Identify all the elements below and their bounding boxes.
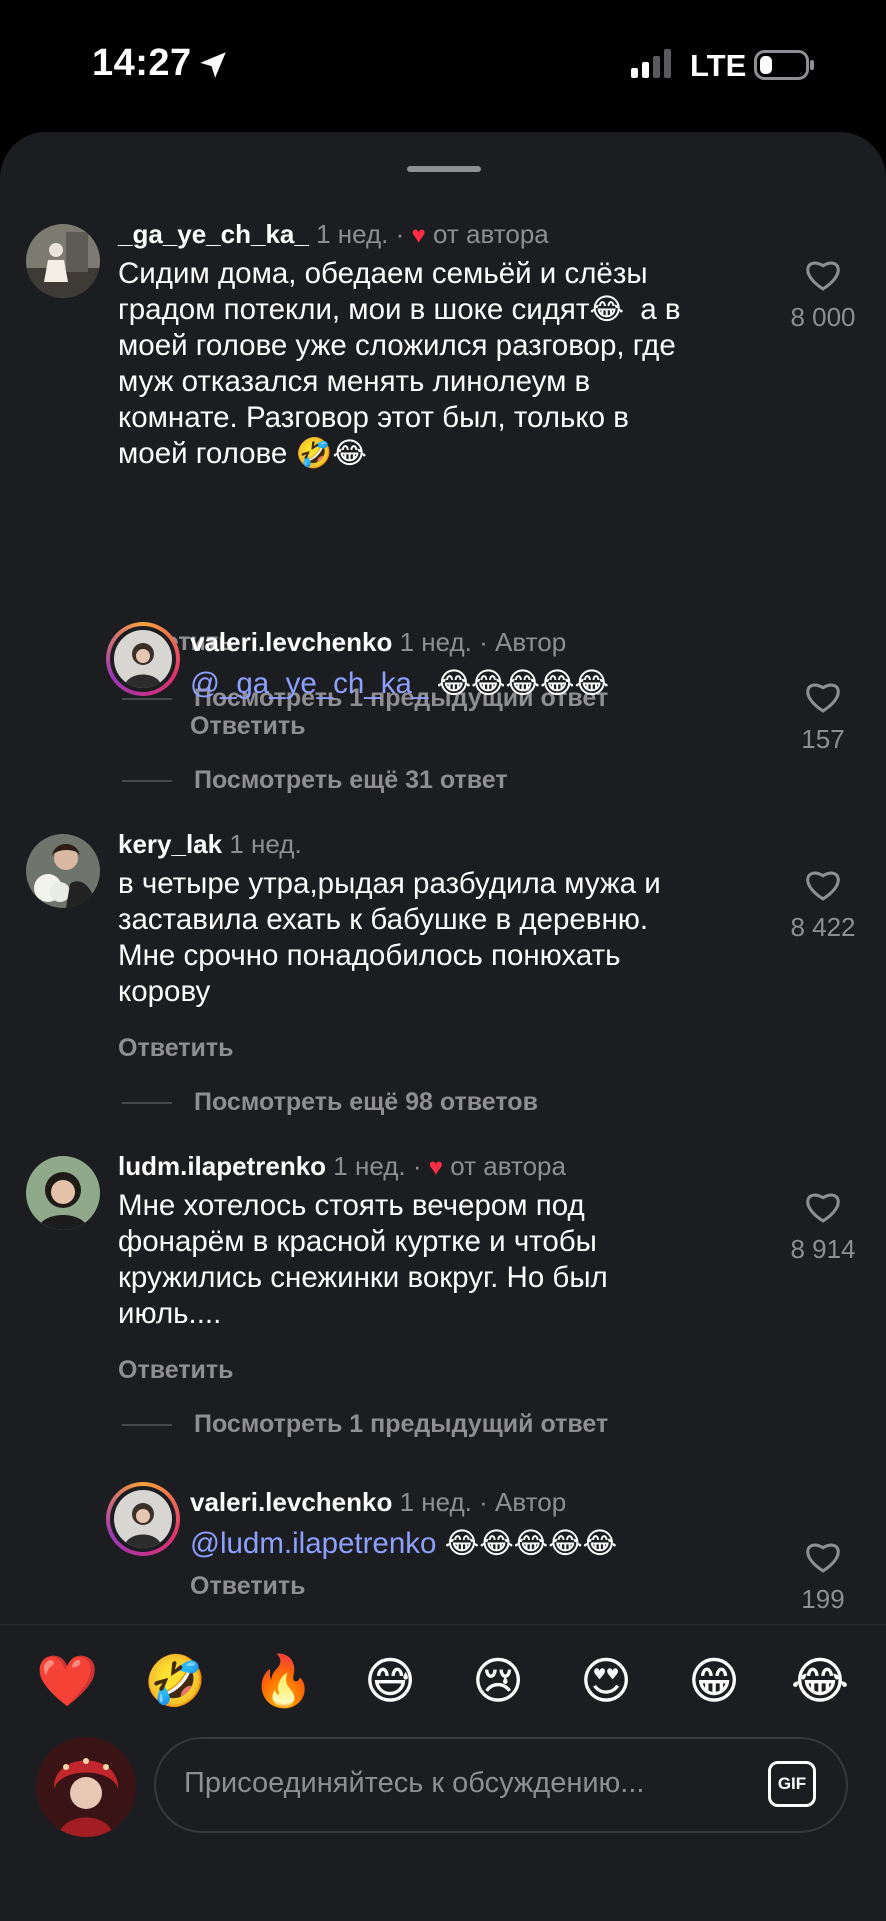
reaction-sweat-smile[interactable]: 😅 — [360, 1651, 420, 1711]
comment-text: Сидим дома, обедаем семьёй и слёзы градо… — [118, 257, 681, 470]
heart-filled-icon: ♥ — [428, 1154, 443, 1181]
comment-text: Мне хотелось стоять вечером под фонарём … — [118, 1189, 608, 1330]
avatar-story-ring[interactable] — [106, 622, 180, 696]
avatar[interactable] — [26, 1156, 100, 1230]
status-time: 14:27 — [92, 42, 192, 84]
like-button[interactable]: 199 — [773, 1540, 873, 1615]
avatar[interactable] — [26, 834, 100, 908]
avatar — [114, 630, 172, 688]
like-count: 199 — [801, 1584, 845, 1614]
signal-icon — [631, 49, 671, 78]
heart-outline-icon — [806, 1543, 840, 1573]
like-button[interactable]: 157 — [773, 680, 873, 755]
reaction-grin[interactable]: 😁 — [684, 1651, 744, 1711]
view-replies-button[interactable]: Посмотреть 1 предыдущий ответ — [122, 1410, 608, 1439]
like-count: 8 000 — [790, 302, 856, 332]
comment-time: 1 нед. — [316, 219, 389, 249]
reaction-cry[interactable]: 😢 — [468, 1651, 528, 1711]
reply-button[interactable]: Ответить — [118, 1356, 234, 1385]
reaction-joy[interactable]: 😂 — [790, 1651, 850, 1711]
network-type: LTE — [690, 48, 747, 83]
avatar-story-ring[interactable] — [106, 1482, 180, 1556]
reply-button[interactable]: Ответить — [190, 1572, 306, 1601]
author-badge: Автор — [495, 1487, 567, 1517]
heart-filled-icon: ♥ — [411, 222, 426, 249]
comment-username[interactable]: kery_lak — [118, 829, 222, 859]
status-bar: 14:27 LTE — [0, 0, 886, 130]
comment-username[interactable]: valeri.levchenko — [190, 627, 392, 657]
comment-username[interactable]: valeri.levchenko — [190, 1487, 392, 1517]
comment-time: 1 нед. — [399, 1487, 472, 1517]
current-user-avatar[interactable] — [36, 1737, 136, 1837]
comment-input-placeholder: Присоединяйтесь к обсуждению... — [184, 1767, 645, 1799]
comment-text: 😂😂😂😂😂 — [436, 1527, 617, 1560]
avatar[interactable] — [26, 224, 100, 298]
like-count: 157 — [801, 724, 845, 754]
avatar — [114, 1490, 172, 1548]
reaction-heart-eyes[interactable]: 😍 — [576, 1651, 636, 1711]
comment-composer: ❤️ 🤣 🔥 😅 😢 😍 😁 😂 Присоединяйтесь к обсуж… — [0, 1624, 886, 1921]
comment-time: 1 нед. — [333, 1151, 406, 1181]
reaction-heart[interactable]: ❤️ — [36, 1651, 98, 1711]
like-button[interactable]: 8 422 — [773, 868, 873, 943]
comment-text: в четыре утра,рыдая разбудила мужа и зас… — [118, 867, 661, 1008]
reply-button[interactable]: Ответить — [190, 712, 306, 741]
gif-icon[interactable]: GIF — [768, 1761, 816, 1807]
heart-outline-icon — [806, 683, 840, 713]
reply-button[interactable]: Ответить — [118, 1034, 234, 1063]
author-like-label: от автора — [450, 1151, 566, 1181]
author-like-label: от автора — [433, 219, 549, 249]
comment-username[interactable]: ludm.ilapetrenko — [118, 1151, 326, 1181]
author-badge: Автор — [495, 627, 567, 657]
reaction-fire[interactable]: 🔥 — [252, 1651, 314, 1711]
heart-outline-icon — [806, 871, 840, 901]
view-replies-button[interactable]: Посмотреть ещё 98 ответов — [122, 1088, 538, 1117]
comment-text: 😂😂😂😂😂 — [428, 667, 609, 700]
like-button[interactable]: 8 000 — [773, 258, 873, 333]
battery-icon — [754, 50, 814, 80]
location-arrow-icon — [200, 52, 226, 78]
comment-time: 1 нед. — [399, 627, 472, 657]
comment-username[interactable]: _ga_ye_ch_ka_ — [118, 219, 309, 249]
like-count: 8 422 — [790, 912, 856, 942]
view-replies-button[interactable]: Посмотреть ещё 31 ответ — [122, 766, 508, 795]
comment-time: 1 нед. — [229, 829, 302, 859]
heart-outline-icon — [806, 1193, 840, 1223]
mention-link[interactable]: @_ga_ye_ch_ka_ — [190, 667, 428, 700]
like-button[interactable]: 8 914 — [773, 1190, 873, 1265]
like-count: 8 914 — [790, 1234, 856, 1264]
sheet-grabber[interactable] — [407, 166, 481, 172]
mention-link[interactable]: @ludm.ilapetrenko — [190, 1527, 436, 1560]
comment-input[interactable]: Присоединяйтесь к обсуждению... GIF — [154, 1737, 848, 1833]
heart-outline-icon — [806, 261, 840, 291]
reaction-rofl[interactable]: 🤣 — [144, 1651, 206, 1711]
